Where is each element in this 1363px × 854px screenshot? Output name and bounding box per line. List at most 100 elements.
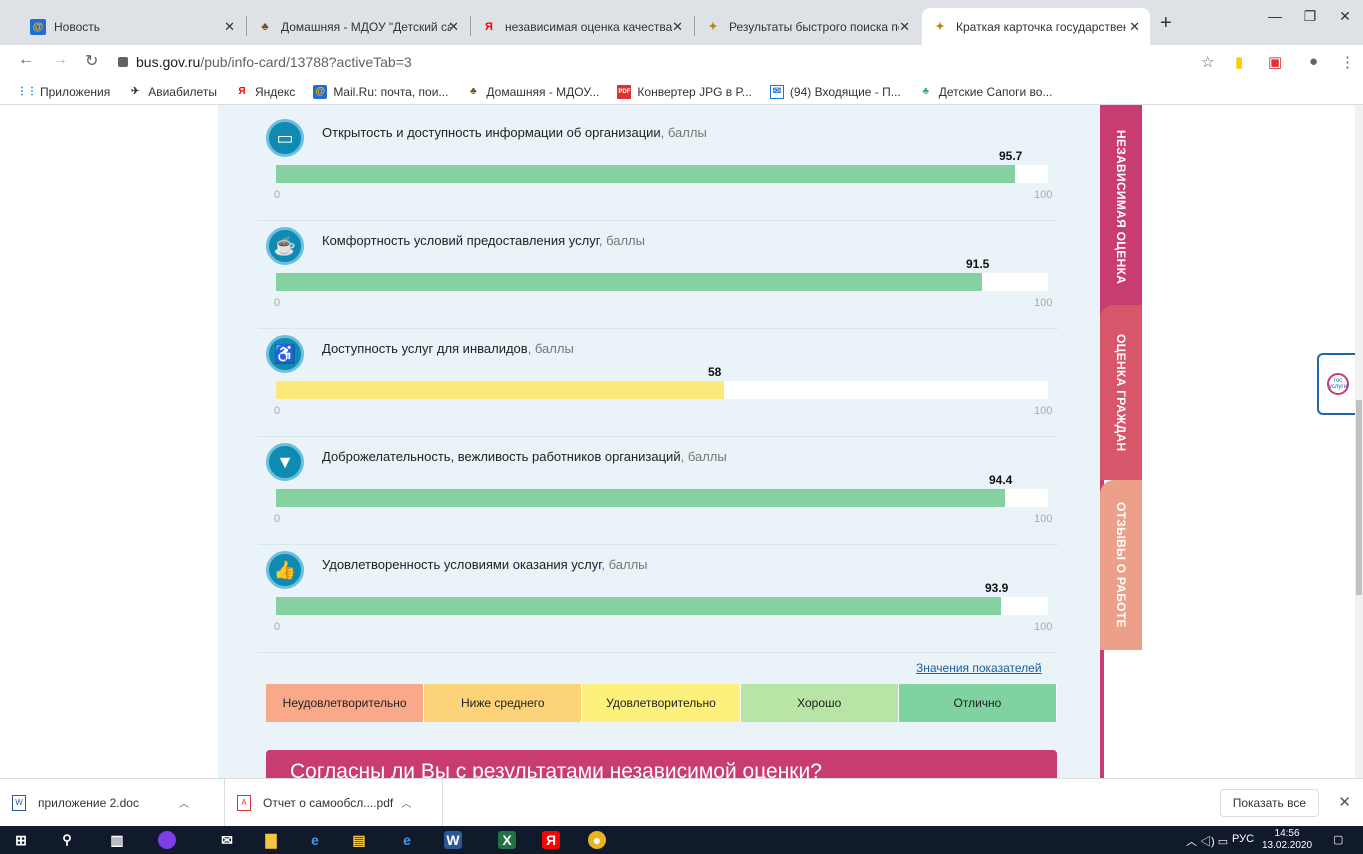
task-view-icon[interactable]: ▥ [108,831,126,849]
menu-icon[interactable]: ⋮ [1340,53,1355,71]
scale-max: 100 [1034,513,1053,525]
show-all-button[interactable]: Показать все [1219,789,1319,817]
tab-2[interactable]: Я независимая оценка качества о ✕ [471,8,693,45]
back-arrow-icon[interactable]: ← [18,51,34,69]
side-tab-1[interactable]: ОЦЕНКА ГРАЖДАН [1100,305,1142,480]
tab-3[interactable]: ✦ Результаты быстрого поиска по ✕ [695,8,920,45]
tab-title: Краткая карточка государствен [956,19,1126,34]
file-explorer-icon[interactable]: ▇ [262,831,280,849]
bookmark-label: (94) Входящие - П... [789,84,901,99]
forward-arrow-icon[interactable]: → [52,51,68,69]
coat-of-arms-icon: ✦ [708,21,718,33]
chrome-icon[interactable]: ● [588,831,606,849]
yandex-browser-icon[interactable]: Я [542,831,560,849]
new-tab-button[interactable]: + [1160,12,1172,35]
mail-app-icon[interactable]: ✉ [218,831,236,849]
necktie-icon: ▼ [266,443,304,481]
close-icon[interactable]: ✕ [1129,19,1140,35]
tab-4-active[interactable]: ✦ Краткая карточка государствен ✕ [922,8,1150,45]
close-icon[interactable]: ✕ [672,19,683,35]
bookmark-extension-icon[interactable]: ▮ [1235,53,1243,71]
bookmark-label: Приложения [40,84,111,99]
download-item[interactable]: A Отчет о самообсл....pdf ︿ [225,778,443,827]
close-icon[interactable]: ✕ [224,19,235,35]
bookmark-label: Конвертер JPG в P... [637,84,752,99]
legend-item: Хорошо [740,684,899,722]
pdf-extension-icon[interactable]: ▣ [1268,53,1282,71]
gosuslugi-logo: гос услуги [1327,373,1349,395]
bookmark-mdou[interactable]: ♣ Домашняя - МДОУ... [466,85,599,99]
yandex-icon: Я [485,20,493,33]
bookmark-boots[interactable]: ♣ Детские Сапоги во... [919,84,1053,99]
scale-min: 0 [274,621,281,633]
internet-explorer-icon[interactable]: e [306,831,324,849]
alice-icon[interactable] [158,831,176,849]
bookmark-mailru[interactable]: @ Mail.Ru: почта, пои... [313,84,448,99]
bookmark-apps[interactable]: ⋮⋮ Приложения [17,84,111,99]
windows-taskbar: ⊞ ⚲ ▥ ✉ ▇ e ▤ e W X Я ● ︿ ◁) ▭ РУС 14:56… [0,826,1363,854]
metric-title: Удовлетворенность условиями оказания усл… [322,557,602,572]
address-bar[interactable]: bus.gov.ru /pub/info-card/13788?activeTa… [110,48,1225,76]
download-shelf: W приложение 2.doc ︿ A Отчет о самообсл.… [0,778,1363,827]
tab-title: независимая оценка качества о [505,19,675,34]
close-icon[interactable]: ✕ [899,19,910,35]
close-icon[interactable]: ✕ [448,19,459,35]
progress-fill [276,381,724,399]
metric-title: Комфортность условий предоставления услу… [322,233,599,248]
bookmark-inbox[interactable]: ✉ (94) Входящие - П... [769,84,901,99]
close-window-icon[interactable]: ✕ [1325,8,1363,25]
bookmark-yandex[interactable]: Я Яндекс [235,85,295,99]
progress-track [276,597,1048,615]
side-tab-2[interactable]: ОТЗЫВЫ О РАБОТЕ [1100,480,1142,650]
bookmark-label: Детские Сапоги во... [938,84,1053,99]
indicator-values-link[interactable]: Значения показателей [916,661,1042,675]
kindergarten-icon: ♣ [261,20,269,33]
page-scrollbar[interactable] [1355,105,1363,778]
search-icon[interactable]: ⚲ [58,831,76,849]
reload-icon[interactable]: ↻ [85,51,98,71]
metric-unit: , баллы [601,557,648,572]
yandex-icon: Я [238,86,246,97]
profile-icon[interactable]: ● [1309,53,1318,70]
store-icon[interactable]: ▤ [350,831,368,849]
chevron-up-icon[interactable]: ︿ [401,795,411,810]
progress-track [276,165,1048,183]
excel-icon[interactable]: X [498,831,516,849]
gosuslugi-widget[interactable]: гос услуги [1317,353,1355,415]
tab-title: Результаты быстрого поиска по [729,19,899,34]
language-indicator[interactable]: РУС [1232,833,1254,845]
side-tab-0[interactable]: НЕЗАВИСИМАЯ ОЦЕНКА [1100,105,1142,310]
side-tab-label: ОЦЕНКА ГРАЖДАН [1114,333,1128,452]
tab-1[interactable]: ♣ Домашняя - МДОУ "Детский са ✕ [247,8,469,45]
clock[interactable]: 14:56 13.02.2020 [1262,828,1312,852]
tab-0[interactable]: @ Новость ✕ [20,8,245,45]
browser-tab-strip: @ Новость ✕ ♣ Домашняя - МДОУ "Детский с… [0,0,1363,45]
bookmark-avia[interactable]: ✈ Авиабилеты [128,85,217,99]
metric-title: Доброжелательность, вежливость работнико… [322,449,681,464]
metric-unit: , баллы [598,233,645,248]
word-doc-icon: W [12,794,26,811]
progress-fill [276,489,1005,507]
star-icon[interactable]: ☆ [1201,53,1214,71]
progress-fill [276,165,1015,183]
tray-icons[interactable]: ︿ ◁) ▭ [1186,833,1228,849]
bookmark-jpg-converter[interactable]: PDF Конвертер JPG в P... [617,84,752,99]
word-icon[interactable]: W [444,831,462,849]
metric-unit: , баллы [680,449,727,464]
minimize-icon[interactable]: — [1255,8,1295,24]
url-host: bus.gov.ru [136,54,201,70]
scale-min: 0 [274,297,281,309]
metric-row: ☕ Комфортность условий предоставления усл… [258,221,1058,329]
close-icon[interactable]: ✕ [1338,793,1351,811]
edge-icon[interactable]: e [398,831,416,849]
restore-icon[interactable]: ❐ [1290,8,1330,25]
legend-item: Удовлетворительно [582,684,741,722]
scale-max: 100 [1034,189,1053,201]
notifications-icon[interactable]: ▢ [1333,833,1343,846]
clock-time: 14:56 [1274,828,1300,839]
tab-title: Домашняя - МДОУ "Детский са [281,19,451,34]
scrollbar-thumb[interactable] [1356,400,1362,595]
chevron-up-icon[interactable]: ︿ [179,795,189,810]
windows-start-icon[interactable]: ⊞ [12,831,30,849]
download-item[interactable]: W приложение 2.doc ︿ [0,778,225,827]
